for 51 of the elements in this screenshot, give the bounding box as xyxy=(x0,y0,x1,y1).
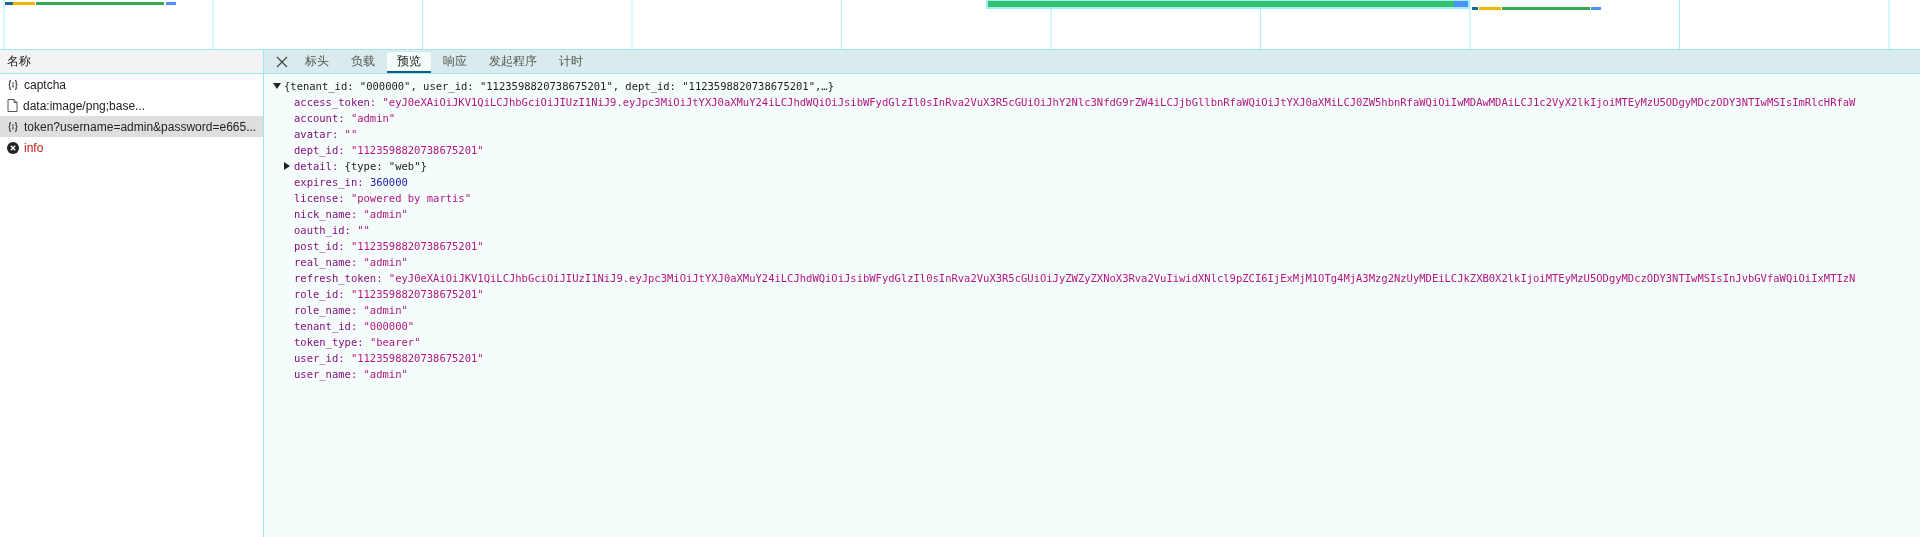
json-key: post_id: xyxy=(294,238,345,254)
json-value: "powered by martis" xyxy=(350,191,471,206)
braces-icon xyxy=(7,78,19,91)
tab[interactable]: 负载 xyxy=(341,52,385,73)
braces-icon xyxy=(7,120,19,133)
tab[interactable]: 计时 xyxy=(549,52,593,73)
json-value: "bearer" xyxy=(369,335,421,350)
json-value: "1123598820738675201" xyxy=(350,143,484,158)
json-key: account: xyxy=(294,110,345,126)
tab[interactable]: 标头 xyxy=(295,52,339,73)
json-key: dept_id: xyxy=(294,142,345,158)
json-value: "1123598820738675201" xyxy=(350,239,484,254)
json-value: "eyJ0eXAiOiJKV1QiLCJhbGciOiJIUzI1NiJ9.eyJpc3MiOiJtYXJ0aXMuY24iLCJhdWQiOiJsibWFydGlzIl0sInRva2VuX3R5cGUiOiJhY2Nlc3NfdG9rZW4iLCJjbGllbnRfaWQiOiJtYXJ0aXMiLCJ0ZW5hbnRfaWQiOiIwMDAwMDAiLCJ1c2VyX2lkIjoiMTEyMzU5ODgyMDczODY3NTIwMSIsImRlcHRfaW xyxy=(382,95,1856,110)
tab[interactable]: 发起程序 xyxy=(479,52,547,73)
column-header: 名称 xyxy=(7,53,31,70)
json-value: {type: "web"} xyxy=(344,159,427,174)
json-key: real_name: xyxy=(294,254,358,270)
json-value: 360000 xyxy=(369,175,408,190)
json-key: access_token: xyxy=(294,94,377,110)
json-value: "admin" xyxy=(363,367,408,382)
json-key: detail: xyxy=(294,158,339,174)
json-value: "" xyxy=(344,127,358,142)
json-value: "admin" xyxy=(363,255,408,270)
tab[interactable]: 响应 xyxy=(433,52,477,73)
tab[interactable]: 预览 xyxy=(387,52,431,73)
json-key: refresh_token: xyxy=(294,270,383,286)
json-key: role_id: xyxy=(294,286,345,302)
json-key: oauth_id: xyxy=(294,222,351,238)
json-key: avatar: xyxy=(294,126,339,142)
json-value: "admin" xyxy=(363,207,408,222)
json-value: "eyJ0eXAiOiJKV1QiLCJhbGciOiJIUzI1NiJ9.eyJpc3MiOiJtYXJ0aXMuY24iLCJhdWQiOiJsibWFydGlzIl0sInRva2VuX3R5cGUiOiJyZWZyZXNoX3Rva2VuIiwidXNlcl9pZCI6IjExMjM1OTg4MjA3Mzg2NzUyMDEiLCJkZXB0X2lkIjoiMTEyMzU5ODgyMDczODY3NTIwMSIsInJvbGVfaWQiOiIxMTIzN xyxy=(388,271,1856,286)
error-icon xyxy=(7,141,19,154)
json-key: token_type: xyxy=(294,334,364,350)
json-value: "000000" xyxy=(363,319,415,334)
json-value: "" xyxy=(357,223,370,238)
json-key: tenant_id: xyxy=(294,318,358,334)
json-key: role_name: xyxy=(294,302,358,318)
json-key: expires_in: xyxy=(294,174,364,190)
json-key: nick_name: xyxy=(294,206,358,222)
json-value: "1123598820738675201" xyxy=(350,287,484,302)
document-icon xyxy=(7,99,18,112)
expanded-triangle-icon[interactable] xyxy=(272,81,282,91)
collapsed-triangle-icon[interactable] xyxy=(282,161,292,171)
json-value: "1123598820738675201" xyxy=(350,351,484,366)
json-value: "admin" xyxy=(350,111,396,126)
json-key: license: xyxy=(294,190,345,206)
json-summary: {tenant_id: "000000", user_id: "1123598820738675201", dept_id: "1123598820738675201",…} xyxy=(284,79,834,94)
request-row[interactable]: token?username=admin&password=e665... xyxy=(0,116,263,137)
json-key: user_name: xyxy=(294,366,358,382)
json-key: user_id: xyxy=(294,350,345,366)
json-value: "admin" xyxy=(363,303,408,318)
